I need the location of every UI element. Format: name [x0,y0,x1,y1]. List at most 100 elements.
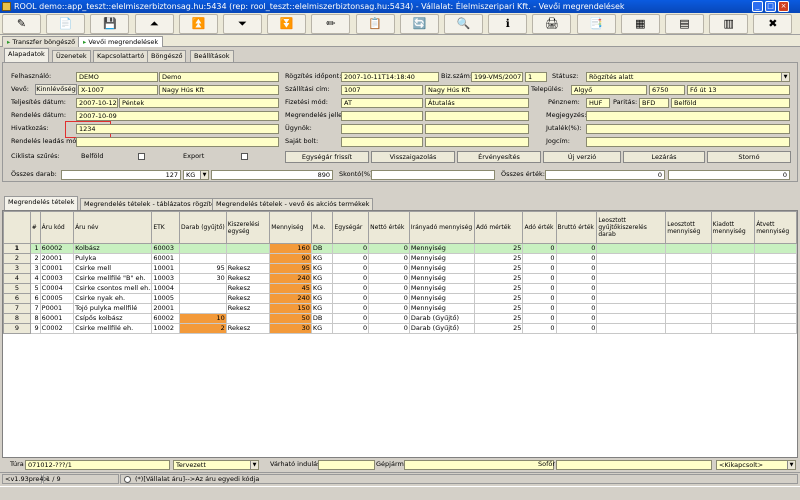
cell-etk[interactable]: 10004 [151,283,181,294]
cell-menny[interactable]: 30 [269,323,312,334]
row-number[interactable]: 2 [3,253,31,264]
col-header-n[interactable]: # [29,211,41,244]
cell-kisz[interactable]: Rekesz [225,323,271,334]
cell-nev[interactable]: Csirke mellfilé "B" eh. [73,273,153,284]
columns-icon[interactable]: ▥ [709,14,749,34]
cell-adoe[interactable]: 0 [522,243,557,254]
col-header-ado-ertek[interactable]: Adó érték [522,211,557,244]
cell-ado[interactable]: 25 [473,313,524,324]
cell-kisz[interactable] [225,243,271,254]
row-number[interactable]: 1 [3,243,31,254]
cell-kisz[interactable]: Rekesz [225,293,271,304]
cell-kod[interactable]: C0002 [39,323,75,334]
cell-empty[interactable] [596,273,667,284]
cell-adoe[interactable]: 0 [522,293,557,304]
cell-n[interactable]: 9 [29,323,41,334]
cell-empty[interactable] [665,253,712,264]
cell-kod[interactable]: C0005 [39,293,75,304]
cell-nev[interactable]: Csípős kolbász [73,313,153,324]
col-header-atvett-menny[interactable]: Átvett mennyiség [754,211,797,244]
cell-empty[interactable] [710,283,756,294]
cell-menny[interactable]: 240 [269,273,312,284]
cell-brutto[interactable]: 0 [555,323,598,334]
belfold-checkbox[interactable] [138,153,145,160]
fizmod-kod-field[interactable]: AT [341,98,423,108]
cell-etk[interactable]: 60001 [151,253,181,264]
col-header-iranyado[interactable]: Irányadó mennyiség [408,211,475,244]
cell-darab[interactable]: 10 [179,313,227,324]
cell-menny[interactable]: 50 [269,313,312,324]
cell-menny[interactable]: 160 [269,243,312,254]
varhato-indulas-field[interactable] [318,460,375,470]
cell-darab[interactable] [179,283,227,294]
cell-kisz[interactable] [225,313,271,324]
cell-brutto[interactable]: 0 [555,293,598,304]
cell-n[interactable]: 1 [29,243,41,254]
cell-ado[interactable]: 25 [473,293,524,304]
cell-empty[interactable] [665,303,712,314]
ugynok-kod-field[interactable] [341,124,423,134]
col-header-mennyiseg[interactable]: Mennyiség [269,211,312,244]
cell-menny[interactable]: 240 [269,293,312,304]
cell-nev[interactable]: Csirke mellfilé eh. [73,323,153,334]
cell-empty[interactable] [596,263,667,274]
lezaras-button[interactable]: Lezárás [623,151,705,163]
kikapcsolt-select[interactable]: <Kikapcsolt> [716,460,796,470]
cell-kod[interactable]: 20001 [39,253,75,264]
cell-me[interactable]: KG [310,323,334,334]
telepules-field[interactable]: Algyő [571,85,647,95]
cell-nev[interactable]: Csirke nyak eh. [73,293,153,304]
col-header-leosztott-gyujto[interactable]: Leosztott gyűjtőkiszerelés darab [596,211,667,244]
cell-nev[interactable]: Pulyka [73,253,153,264]
close-button[interactable]: × [778,1,789,12]
rogzites-field[interactable]: 2007-10-11T14:18:40 [341,72,439,82]
cell-ear[interactable]: 0 [332,313,370,324]
table-row[interactable]: 5 5 C0004 Csirke csontos mell eh. 10004 Rekes… [3,283,797,294]
chevron-down-icon[interactable]: ▼ [787,461,795,469]
cell-irany[interactable]: Mennyiség [408,293,475,304]
chevron-down-icon[interactable]: ▼ [200,171,208,179]
tab-uzenetek[interactable]: Üzenetek [52,50,91,62]
sajat-bolt-kod-field[interactable] [341,137,423,147]
cell-netto[interactable]: 0 [368,243,410,254]
print-icon[interactable]: 🖨 [532,14,572,34]
cell-empty[interactable] [596,323,667,334]
tab-vevoi-megrendelesek[interactable]: ▸ Vevői megrendelések [78,36,164,47]
cell-empty[interactable] [754,323,797,334]
cell-kod[interactable]: 60001 [39,313,75,324]
teljesites-field[interactable]: 2007-10-12 [76,98,118,108]
report-icon[interactable]: 📑 [576,14,616,34]
hivatkozas-field[interactable]: 1234 [76,124,279,134]
cell-irany[interactable]: Darab (Gyűjtő) [408,313,475,324]
export-checkbox[interactable] [241,153,248,160]
cell-empty[interactable] [596,243,667,254]
row-number[interactable]: 6 [3,293,31,304]
cell-empty[interactable] [596,313,667,324]
penznem-field[interactable]: HUF [586,98,610,108]
felhasznalo-nev-field[interactable]: Demo [159,72,279,82]
table-row[interactable]: 4 4 C0003 Csirke mellfilé "B" eh. 10003 30 Rek… [3,273,797,284]
cell-ado[interactable]: 25 [473,283,524,294]
row-number[interactable]: 4 [3,273,31,284]
cell-kisz[interactable]: Rekesz [225,303,271,314]
cell-me[interactable]: KG [310,293,334,304]
cell-menny[interactable]: 95 [269,263,312,274]
cell-brutto[interactable]: 0 [555,243,598,254]
tab-vevo-akcios-termekek[interactable]: Megrendelés tételek - vevő és akciós ter… [212,198,374,210]
cell-me[interactable]: DB [310,243,334,254]
cell-brutto[interactable]: 0 [555,273,598,284]
cell-netto[interactable]: 0 [368,253,410,264]
cell-darab[interactable]: 30 [179,273,227,284]
bizszam-field[interactable]: 199-VMS/2007 [471,72,523,82]
cell-n[interactable]: 2 [29,253,41,264]
cell-ado[interactable]: 25 [473,303,524,314]
cell-ear[interactable]: 0 [332,303,370,314]
cell-empty[interactable] [710,323,756,334]
cell-kisz[interactable]: Rekesz [225,263,271,274]
cell-brutto[interactable]: 0 [555,253,598,264]
jogcim-field[interactable] [586,137,790,147]
tab-kapcsolattarto[interactable]: Kapcsolattartó [93,50,149,62]
cell-adoe[interactable]: 0 [522,313,557,324]
col-header-aru-kod[interactable]: Áru kód [39,211,75,244]
tab-tablazatos-rogzites[interactable]: Megrendelés tételek - táblázatos rögzíté… [80,198,223,210]
